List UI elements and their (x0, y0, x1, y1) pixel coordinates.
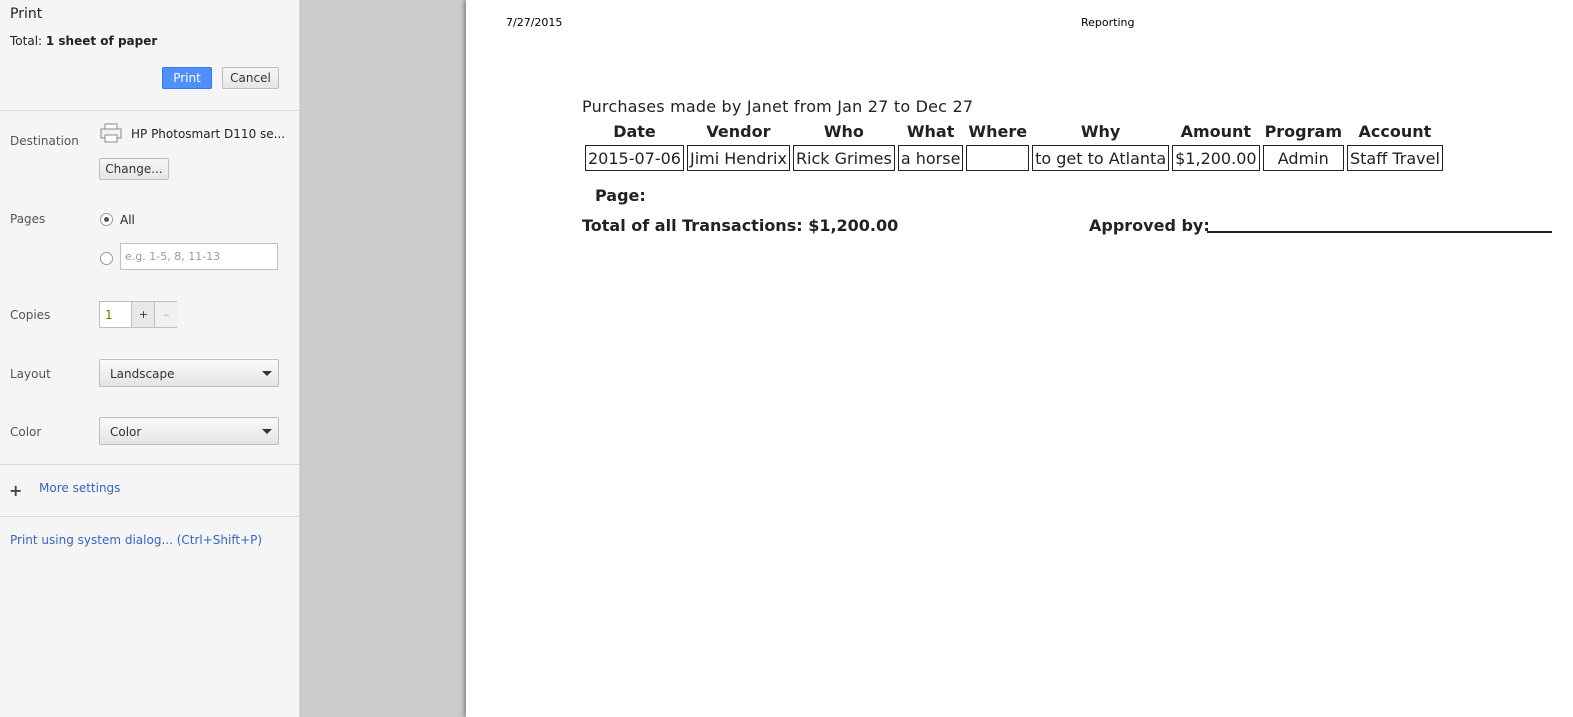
divider (0, 464, 299, 465)
approved-by-label: Approved by: (1089, 216, 1210, 235)
cancel-button[interactable]: Cancel (222, 67, 279, 89)
table-header-row: Date Vendor Who What Where Why Amount Program Ac… (585, 121, 1443, 144)
column-header: Date (613, 122, 656, 141)
system-dialog-link[interactable]: Print using system dialog... (Ctrl+Shift… (10, 533, 262, 547)
copies-label: Copies (10, 308, 51, 322)
column-header: What (906, 122, 955, 141)
table-cell: a horse (897, 145, 964, 171)
layout-select[interactable]: Landscape (99, 359, 279, 387)
pages-all-label: All (120, 213, 135, 227)
column-header: Vendor (706, 122, 771, 141)
print-button[interactable]: Print (162, 67, 212, 89)
column-header: Amount (1180, 122, 1252, 141)
signature-line (1207, 231, 1552, 233)
table-cell (966, 145, 1030, 171)
color-value: Color (110, 425, 142, 439)
copies-decrement-button[interactable]: – (154, 302, 178, 327)
table-cell: to get to Atlanta (1032, 145, 1170, 171)
sheet-total: Total: 1 sheet of paper (10, 34, 157, 48)
divider (0, 516, 299, 517)
print-settings-sidebar: Print Total: 1 sheet of paper Print Canc… (0, 0, 300, 717)
printer-icon (100, 123, 122, 143)
total-value: 1 sheet of paper (45, 34, 158, 48)
color-label: Color (10, 425, 42, 439)
table-cell: $1,200.00 (1172, 145, 1260, 171)
column-header: Program (1264, 122, 1342, 141)
report-title: Purchases made by Janet from Jan 27 to D… (582, 97, 974, 116)
table-cell: Rick Grimes (792, 145, 895, 171)
column-header: Account (1358, 122, 1432, 141)
table-cell: 2015-07-06 (585, 145, 684, 171)
dialog-title: Print (10, 6, 43, 22)
transactions-total: Total of all Transactions: $1,200.00 (582, 216, 899, 235)
plus-icon[interactable]: + (9, 481, 22, 500)
table-cell: Staff Travel (1346, 145, 1443, 171)
divider (0, 110, 299, 111)
page-header-date: 7/27/2015 (506, 16, 563, 29)
copies-stepper[interactable]: 1 + – (99, 301, 178, 328)
print-preview-page: 7/27/2015 Reporting Purchases made by Ja… (466, 0, 1573, 717)
printer-name: HP Photosmart D110 se... (131, 127, 286, 141)
page-header-title: Reporting (1081, 16, 1135, 29)
table-body: 2015-07-06 Jimi Hendrix Rick Grimes a horse… (585, 145, 1443, 171)
total-prefix: Total: (10, 34, 46, 48)
pages-all-radio[interactable] (100, 213, 113, 226)
more-settings-link[interactable]: More settings (39, 481, 120, 495)
table-cell: Jimi Hendrix (686, 145, 790, 171)
layout-label: Layout (10, 367, 51, 381)
page-number-label: Page: (595, 186, 646, 205)
pages-custom-radio[interactable] (100, 252, 113, 265)
table-row: 2015-07-06 Jimi Hendrix Rick Grimes a horse… (585, 145, 1443, 171)
transactions-table: Date Vendor Who What Where Why Amount Program Ac… (582, 120, 1446, 172)
table-cell: Admin (1262, 145, 1344, 171)
column-header: Who (823, 122, 864, 141)
chevron-down-icon (262, 429, 272, 434)
color-select[interactable]: Color (99, 417, 279, 445)
change-destination-button[interactable]: Change... (99, 158, 169, 180)
chevron-down-icon (262, 371, 272, 376)
column-header: Where (968, 122, 1028, 141)
pages-label: Pages (10, 212, 46, 226)
copies-value[interactable]: 1 (105, 308, 113, 322)
layout-value: Landscape (110, 367, 175, 381)
copies-increment-button[interactable]: + (131, 302, 155, 327)
pages-range-input[interactable]: e.g. 1-5, 8, 11-13 (120, 243, 278, 270)
column-header: Why (1080, 122, 1121, 141)
destination-label: Destination (10, 134, 79, 148)
